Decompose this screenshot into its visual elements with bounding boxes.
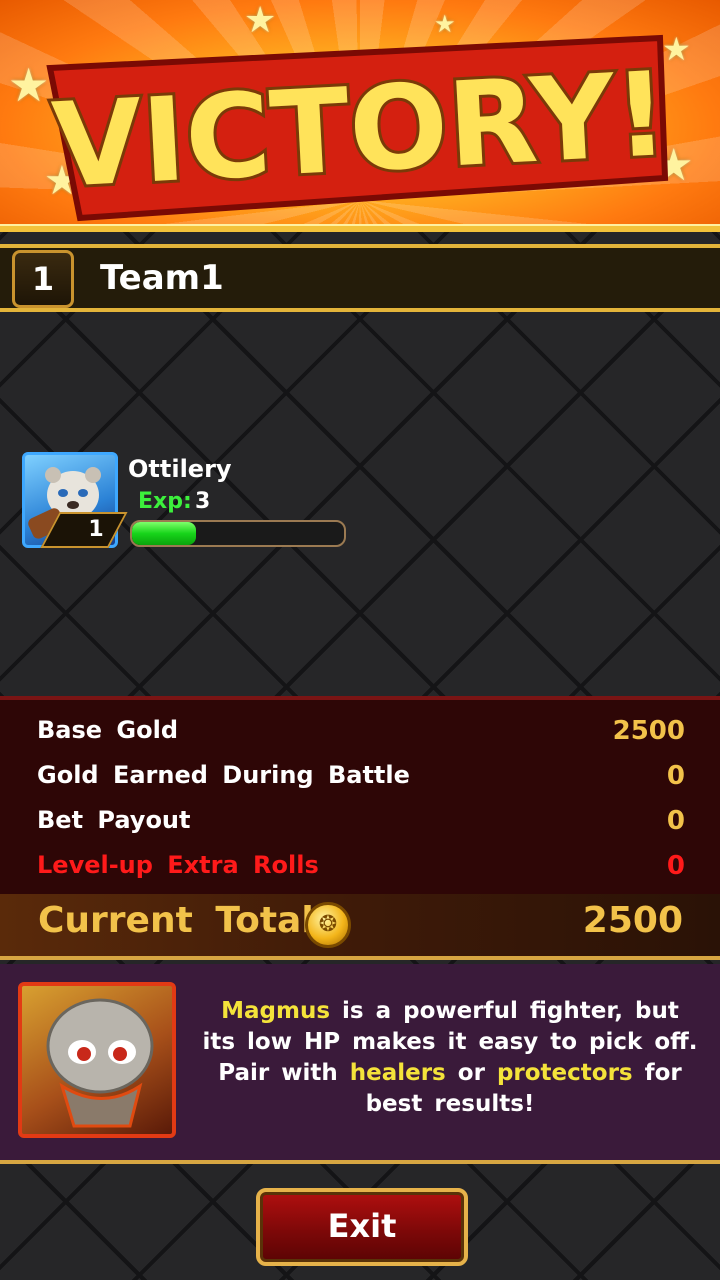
hero-name: Ottilery: [128, 455, 232, 483]
exp-value: 3: [195, 489, 211, 514]
team-name: Team1: [100, 258, 224, 298]
tip-text: Magmus is a powerful fighter, but its lo…: [200, 996, 700, 1120]
exp-label: Exp:: [138, 489, 192, 514]
tip-hero-name: Magmus: [221, 998, 331, 1024]
current-total-value: 2500: [582, 900, 683, 941]
victory-banner: ★ ★ ★ ★ ★ ★ VICTORY!: [0, 0, 720, 232]
reward-value: 0: [666, 851, 685, 881]
current-total-bar: Current Total ❂ 2500: [0, 894, 720, 960]
tip-keyword-protectors: protectors: [496, 1060, 633, 1086]
magmus-hero-icon: [46, 998, 154, 1128]
gold-coin-icon: ❂: [305, 902, 351, 948]
reward-label: Gold Earned During Battle: [37, 761, 410, 789]
reward-row-battle-gold: Gold Earned During Battle 0: [37, 761, 685, 801]
reward-label: Bet Payout: [37, 806, 191, 834]
reward-label: Level-up Extra Rolls: [37, 851, 319, 879]
victory-title: VICTORY!: [46, 34, 674, 222]
team-header: 1 Team1: [0, 244, 720, 312]
reward-label: Base Gold: [37, 716, 178, 744]
team-rank-badge: 1: [12, 250, 74, 308]
exit-button[interactable]: Exit: [256, 1188, 468, 1266]
reward-value: 2500: [612, 716, 685, 746]
tip-keyword-healers: healers: [349, 1060, 446, 1086]
banner-edge: [0, 224, 720, 232]
reward-value: 0: [666, 806, 685, 836]
reward-row-levelup-rolls: Level-up Extra Rolls 0: [37, 851, 685, 891]
reward-row-bet-payout: Bet Payout 0: [37, 806, 685, 846]
hero-tip-panel: Magmus is a powerful fighter, but its lo…: [0, 964, 720, 1164]
reward-value: 0: [666, 761, 685, 791]
hero-level: 1: [88, 517, 104, 542]
rewards-panel: Base Gold 2500 Gold Earned During Battle…: [0, 696, 720, 894]
exp-progress-bar: [130, 520, 346, 547]
reward-row-base-gold: Base Gold 2500: [37, 716, 685, 756]
magmus-portrait[interactable]: [18, 982, 176, 1138]
tip-text-part: or: [457, 1060, 485, 1086]
exp-progress-fill: [132, 522, 196, 545]
current-total-label: Current Total: [38, 900, 314, 941]
